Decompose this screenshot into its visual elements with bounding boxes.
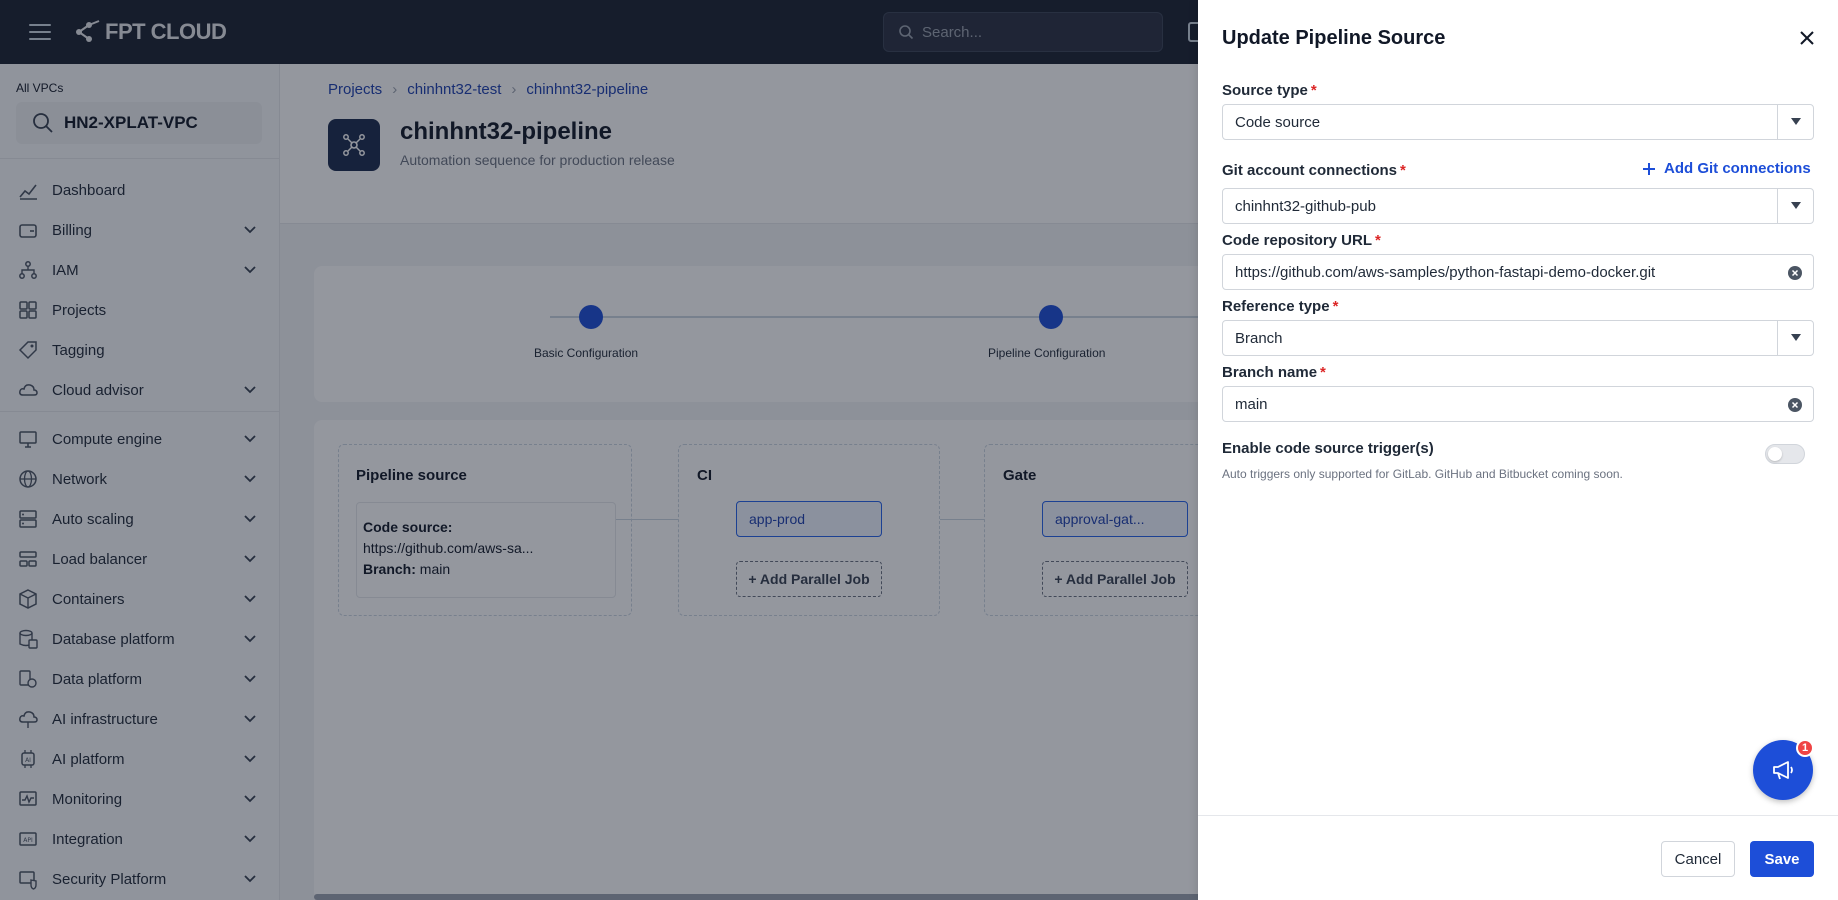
drawer-footer: Cancel Save xyxy=(1198,815,1838,900)
git-connections-select[interactable]: chinhnt32-github-pub xyxy=(1222,188,1814,224)
source-type-select[interactable]: Code source xyxy=(1222,104,1814,140)
dropdown-arrow-icon xyxy=(1777,105,1813,139)
modal-overlay[interactable] xyxy=(0,0,1198,900)
git-connections-label: Git account connections * xyxy=(1222,162,1406,179)
clear-icon[interactable] xyxy=(1787,265,1803,281)
update-pipeline-source-drawer: Update Pipeline Source Source type * Code… xyxy=(1198,0,1838,900)
source-type-value: Code source xyxy=(1235,113,1321,131)
branch-name-input[interactable]: main xyxy=(1222,386,1814,422)
clear-icon[interactable] xyxy=(1787,397,1803,413)
cancel-button[interactable]: Cancel xyxy=(1661,841,1735,877)
source-type-label: Source type * xyxy=(1222,82,1317,99)
reference-type-select[interactable]: Branch xyxy=(1222,320,1814,356)
repo-url-input[interactable]: https://github.com/aws-samples/python-fa… xyxy=(1222,254,1814,290)
repo-url-value: https://github.com/aws-samples/python-fa… xyxy=(1235,263,1656,281)
reference-type-value: Branch xyxy=(1235,329,1283,347)
trigger-hint: Auto triggers only supported for GitLab.… xyxy=(1222,467,1623,481)
plus-icon xyxy=(1643,162,1655,175)
trigger-toggle[interactable] xyxy=(1765,444,1805,464)
announcement-button[interactable]: 1 xyxy=(1753,739,1814,800)
git-connections-value: chinhnt32-github-pub xyxy=(1235,197,1376,215)
dropdown-arrow-icon xyxy=(1777,189,1813,223)
megaphone-icon xyxy=(1773,761,1793,780)
close-icon[interactable] xyxy=(1798,29,1816,47)
dropdown-arrow-icon xyxy=(1777,321,1813,355)
reference-type-label: Reference type * xyxy=(1222,298,1339,315)
add-git-connections-label: Add Git connections xyxy=(1664,160,1811,177)
save-button[interactable]: Save xyxy=(1750,841,1814,877)
branch-name-value: main xyxy=(1235,395,1268,413)
notification-badge: 1 xyxy=(1796,739,1814,757)
branch-name-label: Branch name * xyxy=(1222,364,1326,381)
drawer-title: Update Pipeline Source xyxy=(1222,27,1446,49)
repo-url-label: Code repository URL * xyxy=(1222,232,1381,249)
add-git-connections-button[interactable]: Add Git connections xyxy=(1642,160,1811,177)
trigger-label: Enable code source trigger(s) xyxy=(1222,440,1434,457)
